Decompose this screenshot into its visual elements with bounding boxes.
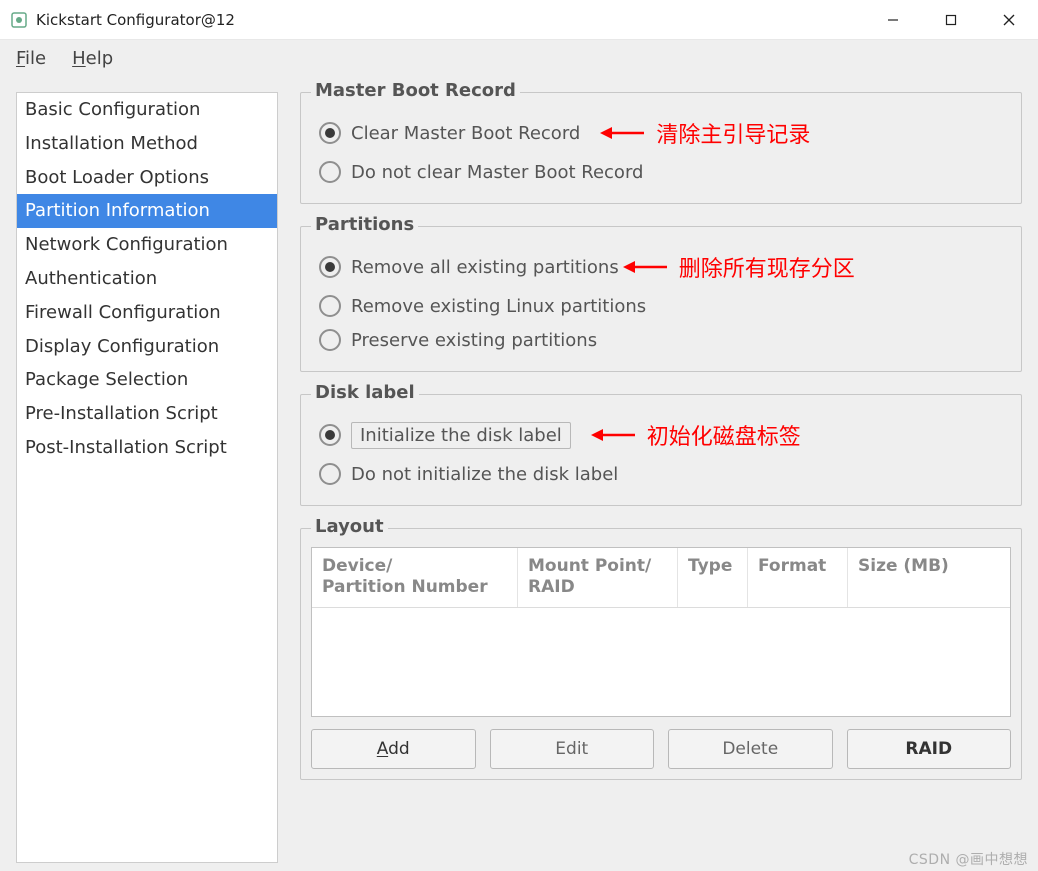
radio-init-disk-label-label: Initialize the disk label	[351, 422, 571, 449]
radio-clear-mbr[interactable]: Clear Master Boot Record 清除主引导记录	[317, 111, 1005, 155]
sidebar-item-basic-configuration[interactable]: Basic Configuration	[17, 93, 277, 127]
maximize-button[interactable]	[922, 0, 980, 40]
annotation-mbr: 清除主引导记录	[656, 117, 810, 149]
menu-file-rest: ile	[25, 48, 46, 69]
radio-preserve-label: Preserve existing partitions	[351, 330, 597, 351]
col-mount[interactable]: Mount Point/RAID	[518, 548, 678, 607]
client-area: Basic Configuration Installation Method …	[0, 76, 1038, 871]
radio-icon	[319, 424, 341, 446]
radio-icon	[319, 463, 341, 485]
radio-init-disk-label[interactable]: Initialize the disk label 初始化磁盘标签	[317, 413, 1005, 457]
group-mbr: Master Boot Record Clear Master Boot Rec…	[300, 92, 1022, 204]
radio-remove-linux-label: Remove existing Linux partitions	[351, 296, 646, 317]
add-button[interactable]: Add	[311, 729, 476, 769]
group-disklabel: Disk label Initialize the disk label 初始化…	[300, 394, 1022, 506]
table-header: Device/Partition Number Mount Point/RAID…	[312, 548, 1010, 608]
group-partitions: Partitions Remove all existing partition…	[300, 226, 1022, 372]
sidebar-item-post-installation-script[interactable]: Post-Installation Script	[17, 431, 277, 465]
radio-dont-clear-mbr-label: Do not clear Master Boot Record	[351, 162, 643, 183]
layout-buttons: Add Edit Delete RAID	[311, 729, 1011, 769]
radio-remove-all[interactable]: Remove all existing partitions 删除所有现存分区	[317, 245, 1005, 289]
radio-remove-linux[interactable]: Remove existing Linux partitions	[317, 289, 1005, 323]
raid-button[interactable]: RAID	[847, 729, 1012, 769]
sidebar-item-package-selection[interactable]: Package Selection	[17, 363, 277, 397]
radio-remove-all-label: Remove all existing partitions	[351, 257, 619, 278]
sidebar-item-firewall-configuration[interactable]: Firewall Configuration	[17, 296, 277, 330]
group-layout-legend: Layout	[311, 516, 388, 537]
menu-file[interactable]: File	[16, 48, 46, 69]
group-mbr-legend: Master Boot Record	[311, 80, 520, 101]
radio-dont-init-disk-label-label: Do not initialize the disk label	[351, 464, 618, 485]
edit-button[interactable]: Edit	[490, 729, 655, 769]
annotation-disklabel: 初始化磁盘标签	[647, 419, 801, 451]
radio-preserve[interactable]: Preserve existing partitions	[317, 323, 1005, 357]
col-format[interactable]: Format	[748, 548, 848, 607]
menu-help[interactable]: Help	[72, 48, 113, 69]
radio-icon	[319, 295, 341, 317]
col-type[interactable]: Type	[678, 548, 748, 607]
sidebar-item-boot-loader-options[interactable]: Boot Loader Options	[17, 161, 277, 195]
radio-icon	[319, 329, 341, 351]
minimize-button[interactable]	[864, 0, 922, 40]
sidebar-item-installation-method[interactable]: Installation Method	[17, 127, 277, 161]
radio-dont-init-disk-label[interactable]: Do not initialize the disk label	[317, 457, 1005, 491]
group-disklabel-legend: Disk label	[311, 382, 419, 403]
menubar: File Help	[0, 40, 1038, 76]
col-size[interactable]: Size (MB)	[848, 548, 1010, 607]
radio-icon	[319, 256, 341, 278]
sidebar-item-network-configuration[interactable]: Network Configuration	[17, 228, 277, 262]
delete-button[interactable]: Delete	[668, 729, 833, 769]
group-partitions-legend: Partitions	[311, 214, 418, 235]
layout-table[interactable]: Device/Partition Number Mount Point/RAID…	[311, 547, 1011, 717]
window-title: Kickstart Configurator@12	[36, 11, 235, 29]
close-button[interactable]	[980, 0, 1038, 40]
sidebar-item-authentication[interactable]: Authentication	[17, 262, 277, 296]
titlebar: Kickstart Configurator@12	[0, 0, 1038, 40]
radio-icon	[319, 122, 341, 144]
group-layout: Layout Device/Partition Number Mount Poi…	[300, 528, 1022, 780]
radio-dont-clear-mbr[interactable]: Do not clear Master Boot Record	[317, 155, 1005, 189]
arrow-left-icon	[591, 426, 637, 444]
sidebar-item-pre-installation-script[interactable]: Pre-Installation Script	[17, 397, 277, 431]
main-panel: Master Boot Record Clear Master Boot Rec…	[278, 92, 1022, 863]
arrow-left-icon	[600, 124, 646, 142]
col-device[interactable]: Device/Partition Number	[312, 548, 518, 607]
sidebar: Basic Configuration Installation Method …	[16, 92, 278, 863]
menu-help-rest: elp	[86, 48, 114, 69]
app-icon	[10, 11, 28, 29]
arrow-left-icon	[623, 258, 669, 276]
radio-clear-mbr-label: Clear Master Boot Record	[351, 123, 580, 144]
annotation-partitions: 删除所有现存分区	[679, 251, 855, 283]
window-controls	[864, 0, 1038, 39]
sidebar-item-partition-information[interactable]: Partition Information	[17, 194, 277, 228]
radio-icon	[319, 161, 341, 183]
sidebar-item-display-configuration[interactable]: Display Configuration	[17, 330, 277, 364]
